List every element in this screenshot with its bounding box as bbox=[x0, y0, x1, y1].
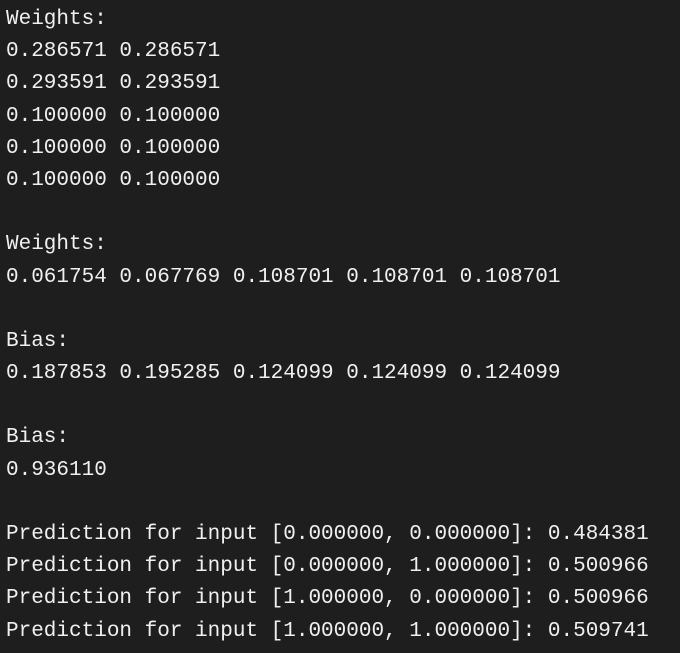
output-line: 0.936110 bbox=[6, 458, 107, 482]
output-line: 0.100000 0.100000 bbox=[6, 136, 221, 160]
terminal-output: Weights: 0.286571 0.286571 0.293591 0.29… bbox=[0, 0, 680, 653]
output-line: 0.286571 0.286571 bbox=[6, 40, 221, 64]
output-line: Bias: bbox=[6, 426, 70, 450]
output-line: 0.100000 0.100000 bbox=[6, 104, 221, 128]
output-line: 0.100000 0.100000 bbox=[6, 168, 221, 192]
output-line: 0.293591 0.293591 bbox=[6, 72, 221, 96]
output-line: Prediction for input [0.000000, 0.000000… bbox=[6, 523, 649, 546]
output-line: Bias: bbox=[6, 329, 70, 353]
output-line: 0.187853 0.195285 0.124099 0.124099 0.12… bbox=[6, 362, 561, 386]
output-line: Weights: bbox=[6, 8, 107, 31]
output-line: Weights: bbox=[6, 233, 107, 257]
output-line: 0.061754 0.067769 0.108701 0.108701 0.10… bbox=[6, 265, 561, 289]
output-line: Prediction for input [0.000000, 1.000000… bbox=[6, 555, 649, 579]
output-line: Prediction for input [1.000000, 1.000000… bbox=[6, 619, 649, 643]
output-line: Prediction for input [1.000000, 0.000000… bbox=[6, 587, 649, 611]
